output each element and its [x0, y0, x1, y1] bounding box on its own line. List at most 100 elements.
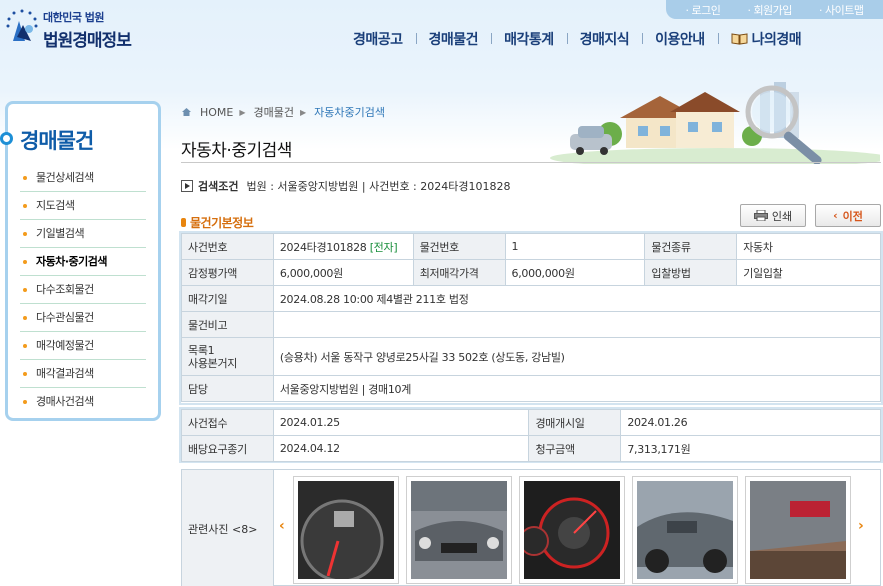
item-type-label: 물건종류	[644, 233, 738, 260]
hero-illustration	[520, 78, 883, 168]
case-no-label: 사건번호	[181, 233, 274, 260]
sale-date-value: 2024.08.28 10:00 제4별관 211호 법정	[272, 285, 882, 312]
chevron-left-icon[interactable]: ‹	[279, 518, 289, 534]
deadline-value: 2024.04.12	[272, 435, 530, 462]
min-price-value: 6,000,000원	[504, 259, 646, 286]
item-no-label: 물건번호	[412, 233, 506, 260]
car-side-photo	[637, 481, 733, 579]
sidebar-item-detail-search[interactable]: 물건상세검색	[20, 164, 146, 192]
nav-auction-items[interactable]: 경매물건	[415, 29, 492, 49]
chevron-left-icon: ‹	[833, 209, 838, 222]
remarks-label: 물건비고	[181, 311, 274, 338]
remarks-value	[272, 311, 882, 338]
sidebar-title-text: 경매물건	[20, 129, 94, 153]
nav-my-auction-label: 나의경매	[751, 32, 802, 48]
sidebar-title: 경매물건	[0, 104, 158, 160]
breadcrumb: HOME ▶ 경매물건 ▶ 자동차중기검색	[181, 104, 391, 120]
min-price-label: 최저매각가격	[412, 259, 506, 286]
list-label: 목록1 사용본거지	[181, 337, 274, 376]
dept-label: 담당	[181, 375, 274, 402]
photo-thumbnail[interactable]	[745, 476, 851, 584]
photo-thumbnail[interactable]	[632, 476, 738, 584]
table-row: 목록1 사용본거지 (승용차) 서울 동작구 양녕로25사길 33 502호 (상…	[181, 337, 882, 376]
breadcrumb-separator-icon: ▶	[239, 107, 246, 117]
related-photos: 관련사진 <8> ‹ ›	[181, 469, 881, 586]
print-button-label: 인쇄	[771, 209, 793, 223]
sidebar: 경매물건 물건상세검색 지도검색 기일별검색 자동차·중기검색 다수조회물건 다…	[0, 101, 161, 421]
sidebar-item-most-watched[interactable]: 다수관심물건	[20, 304, 146, 332]
site-logo[interactable]: 대한민국 법원 법원경매정보	[5, 7, 132, 51]
dashboard-photo	[298, 481, 394, 583]
sidebar-title-marker-icon	[0, 132, 13, 145]
court-emblem-icon	[5, 7, 39, 45]
section-bullet-icon	[181, 218, 186, 227]
prev-button[interactable]: ‹ 이전	[815, 204, 881, 227]
title-divider	[181, 162, 881, 163]
breadcrumb-separator-icon: ▶	[300, 107, 307, 117]
breadcrumb-current: 자동차중기검색	[314, 106, 386, 119]
list-label-line1: 목록1	[188, 343, 215, 357]
search-condition-text: 법원 : 서울중앙지방법원 | 사건번호 : 2024타경101828	[246, 180, 511, 193]
nav-auction-knowledge[interactable]: 경매지식	[566, 29, 643, 49]
home-icon	[181, 107, 192, 117]
list-value: (승용차) 서울 동작구 양녕로25사길 33 502호 (상도동, 강남빌)	[272, 337, 882, 376]
table-row: 사건접수 2024.01.25 경매개시일 2024.01.26	[181, 409, 881, 436]
utility-bar: 로그인 회원가입 사이트맵	[666, 0, 883, 19]
e-case-badge: [전자]	[369, 240, 398, 254]
breadcrumb-home[interactable]: HOME	[200, 106, 233, 119]
signup-link[interactable]: 회원가입	[747, 2, 792, 18]
dept-value: 서울중앙지방법원 | 경매10계	[272, 375, 882, 402]
chevron-right-icon[interactable]: ›	[858, 518, 868, 534]
table-row: 매각기일 2024.08.28 10:00 제4별관 211호 법정	[181, 285, 882, 312]
nav-my-auction[interactable]: 나의경매	[717, 29, 815, 49]
claim-value: 7,313,171원	[620, 435, 881, 462]
sidebar-item-sale-results[interactable]: 매각결과검색	[20, 360, 146, 388]
basic-info-table: 사건번호 2024타경101828 [전자] 물건번호 1 물건종류 자동차 감…	[181, 233, 882, 402]
book-icon	[731, 33, 748, 45]
sale-date-label: 매각기일	[181, 285, 274, 312]
table-row: 감정평가액 6,000,000원 최저매각가격 6,000,000원 입찰방법 …	[181, 259, 881, 286]
photo-thumbnail[interactable]	[519, 476, 625, 584]
sidebar-item-most-viewed[interactable]: 다수조회물건	[20, 276, 146, 304]
photo-thumbnail[interactable]	[293, 476, 399, 584]
table-row: 사건번호 2024타경101828 [전자] 물건번호 1 물건종류 자동차	[181, 233, 881, 260]
section-title: 물건기본정보	[181, 214, 254, 231]
claim-label: 청구금액	[528, 435, 622, 462]
sidebar-menu: 물건상세검색 지도검색 기일별검색 자동차·중기검색 다수조회물건 다수관심물건…	[8, 164, 158, 416]
received-value: 2024.01.25	[272, 409, 530, 436]
search-condition: 검색조건 법원 : 서울중앙지방법원 | 사건번호 : 2024타경101828	[181, 178, 511, 194]
appraisal-value: 6,000,000원	[272, 259, 414, 286]
sitemap-link[interactable]: 사이트맵	[819, 2, 864, 18]
print-button[interactable]: 인쇄	[740, 204, 806, 227]
car-rear-photo	[750, 481, 846, 579]
gauge-cluster-photo	[519, 481, 620, 579]
breadcrumb-auction-items[interactable]: 경매물건	[254, 104, 294, 120]
case-no-value: 2024타경101828	[279, 240, 367, 254]
login-link[interactable]: 로그인	[686, 2, 721, 18]
sidebar-item-map-search[interactable]: 지도검색	[20, 192, 146, 220]
sidebar-item-upcoming-sales[interactable]: 매각예정물건	[20, 332, 146, 360]
bid-method-label: 입찰방법	[644, 259, 738, 286]
deadline-label: 배당요구종기	[181, 435, 274, 462]
section-title-text: 물건기본정보	[190, 216, 254, 230]
item-no-value: 1	[504, 233, 646, 260]
received-label: 사건접수	[181, 409, 274, 436]
nav-sales-stats[interactable]: 매각통계	[491, 29, 567, 49]
arrow-box-icon	[181, 180, 193, 192]
nav-user-guide[interactable]: 이용안내	[642, 29, 718, 49]
item-type-value: 자동차	[736, 233, 881, 260]
printer-icon	[753, 209, 768, 222]
sidebar-item-case-search[interactable]: 경매사건검색	[20, 388, 146, 416]
sidebar-item-date-search[interactable]: 기일별검색	[20, 220, 146, 248]
logo-title: 법원경매정보	[43, 31, 132, 51]
table-row: 배당요구종기 2024.04.12 청구금액 7,313,171원	[181, 435, 881, 462]
table-row: 물건비고	[181, 311, 882, 338]
list-label-line2: 사용본거지	[188, 356, 238, 370]
bid-method-value: 기일입찰	[736, 259, 881, 286]
car-front-photo	[411, 481, 507, 579]
sidebar-item-vehicle-search[interactable]: 자동차·중기검색	[20, 248, 146, 276]
photo-thumbnail[interactable]	[406, 476, 512, 584]
nav-auction-notice[interactable]: 경매공고	[340, 29, 416, 49]
prev-button-label: 이전	[842, 209, 863, 223]
global-nav: 경매공고 경매물건 매각통계 경매지식 이용안내 나의경매	[340, 29, 814, 49]
